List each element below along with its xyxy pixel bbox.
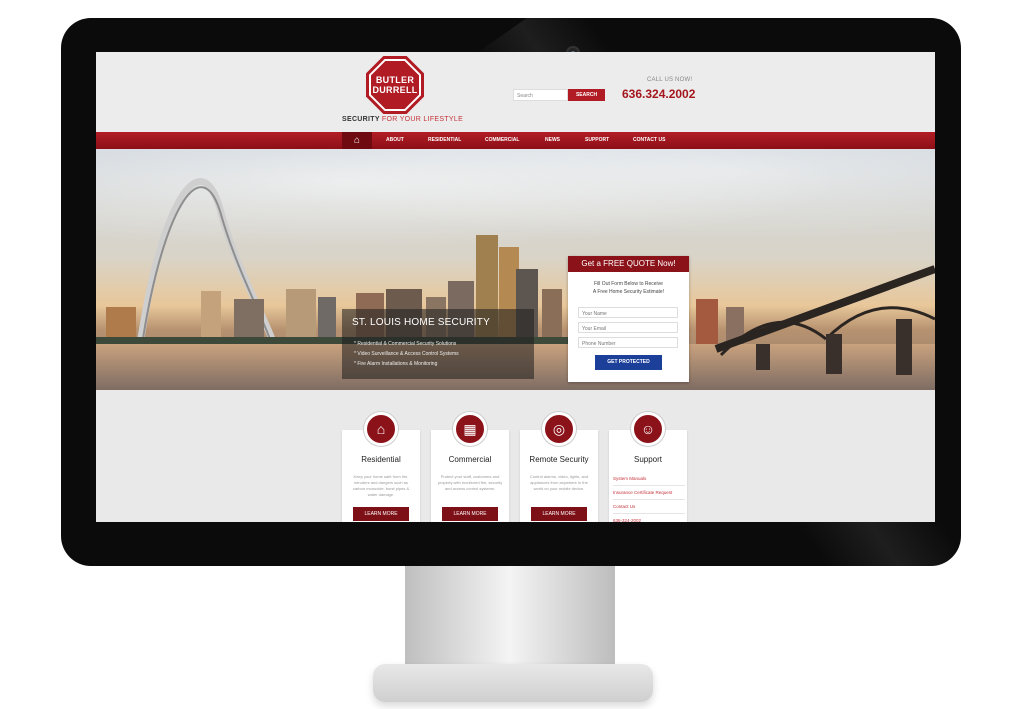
- card-desc: Protect your staff, customers and proper…: [437, 474, 503, 491]
- search-button[interactable]: SEARCH: [568, 89, 605, 101]
- quote-intro: Fill Out Form Below to Receive A Free Ho…: [592, 281, 665, 295]
- monitor-mockup: BUTLER DURRELL SECURITY FOR YOUR LIFESTY…: [0, 0, 1024, 709]
- hero-title: ST. LOUIS HOME SECURITY: [352, 317, 490, 328]
- header-phone[interactable]: 636.324.2002: [622, 87, 695, 101]
- learn-more-button[interactable]: LEARN MORE: [531, 507, 587, 521]
- remote-icon: ◎: [542, 412, 576, 446]
- card-title: Remote Security: [529, 455, 589, 464]
- quote-title: Get a FREE QUOTE Now!: [568, 256, 689, 272]
- nav-news[interactable]: NEWS: [545, 132, 560, 149]
- hero-bullet: * Residential & Commercial Security Solu…: [354, 341, 457, 347]
- site-header: BUTLER DURRELL SECURITY FOR YOUR LIFESTY…: [96, 52, 935, 132]
- home-icon[interactable]: ⌂: [342, 132, 372, 149]
- services-section: Residential Keep your home safe from fir…: [96, 390, 935, 522]
- email-field[interactable]: Your Email: [578, 322, 678, 333]
- logo-line1: BUTLER: [375, 75, 415, 85]
- nav-residential[interactable]: RESIDENTIAL: [428, 132, 461, 149]
- nav-about[interactable]: ABOUT: [386, 132, 404, 149]
- card-title: Residential: [361, 455, 401, 464]
- tagline: SECURITY FOR YOUR LIFESTYLE: [342, 116, 464, 123]
- support-link-phone[interactable]: 636-324-2002: [613, 514, 685, 522]
- monitor-stand: [405, 566, 615, 666]
- call-label: CALL US NOW!: [647, 77, 693, 83]
- nav-support[interactable]: SUPPORT: [585, 132, 609, 149]
- quote-form: Get a FREE QUOTE Now! Fill Out Form Belo…: [568, 256, 689, 382]
- support-link-contact[interactable]: Contact Us: [613, 500, 685, 514]
- main-nav: ⌂ ABOUT RESIDENTIAL COMMERCIAL NEWS SUPP…: [96, 132, 935, 149]
- logo[interactable]: BUTLER DURRELL: [366, 56, 424, 114]
- nav-contact[interactable]: CONTACT US: [633, 132, 665, 149]
- get-protected-button[interactable]: GET PROTECTED: [595, 355, 662, 370]
- website-screen: BUTLER DURRELL SECURITY FOR YOUR LIFESTY…: [96, 52, 935, 522]
- headset-icon: ☺: [631, 412, 665, 446]
- support-links: System Manuals Insurance Certificate Req…: [613, 472, 685, 522]
- name-field[interactable]: Your Name: [578, 307, 678, 318]
- hero-caption: ST. LOUIS HOME SECURITY * Residential & …: [342, 309, 534, 379]
- logo-line2: DURRELL: [372, 85, 418, 95]
- support-link-manuals[interactable]: System Manuals: [613, 472, 685, 486]
- house-icon: ⌂: [364, 412, 398, 446]
- building-icon: ▦: [453, 412, 487, 446]
- hero-bullet: * Video Surveillance & Access Control Sy…: [354, 351, 459, 357]
- support-link-insurance[interactable]: Insurance Certificate Request: [613, 486, 685, 500]
- hero-bullet: * Fire Alarm Installations & Monitoring: [354, 361, 438, 367]
- phone-field[interactable]: Phone Number: [578, 337, 678, 348]
- card-desc: Control alarms, video, lights, and appli…: [529, 474, 589, 491]
- monitor-base: [373, 664, 653, 702]
- card-title: Commercial: [448, 455, 492, 464]
- support-title: Support: [633, 455, 663, 464]
- nav-commercial[interactable]: COMMERCIAL: [485, 132, 519, 149]
- card-desc: Keep your home safe from fire, intruders…: [352, 474, 410, 497]
- search-input[interactable]: Search: [513, 89, 568, 101]
- learn-more-button[interactable]: LEARN MORE: [442, 507, 498, 521]
- learn-more-button[interactable]: LEARN MORE: [353, 507, 409, 521]
- hero-banner: ST. LOUIS HOME SECURITY * Residential & …: [96, 149, 935, 390]
